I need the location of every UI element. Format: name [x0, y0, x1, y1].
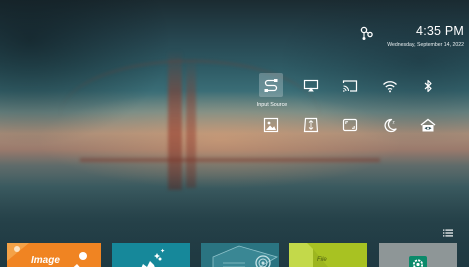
app-tile-projector[interactable] [201, 243, 279, 267]
picture-mode-button[interactable] [259, 113, 283, 137]
input-source-label: Input Source [256, 102, 288, 108]
picture-icon [263, 117, 279, 133]
app-tile-image[interactable]: Image [7, 243, 101, 267]
app-tile-file[interactable]: File [289, 243, 367, 267]
keystone-button[interactable] [299, 113, 323, 137]
eye-protection-icon [420, 118, 436, 132]
bluetooth-button[interactable] [416, 74, 440, 98]
clock-date: Wednesday, September 14, 2022 [387, 42, 464, 48]
sleep-timer-button[interactable]: z [378, 113, 402, 137]
home-screen: 4:35 PM Wednesday, September 14, 2022 In… [0, 0, 469, 267]
screen-mirroring-icon [303, 79, 319, 92]
svg-text:z: z [393, 120, 396, 125]
app-tile-image-label: Image [31, 255, 60, 266]
input-source-button[interactable] [259, 73, 283, 97]
aspect-ratio-icon [342, 118, 358, 132]
clock-time: 4:35 PM [416, 24, 464, 38]
wallpaper-bridge-deck [80, 158, 380, 162]
bluetooth-icon [424, 79, 432, 93]
wallpaper-bridge-tower [186, 58, 196, 188]
eye-protection-button[interactable] [416, 113, 440, 137]
wifi-button[interactable] [378, 74, 402, 98]
app-tile-settings[interactable] [379, 243, 457, 267]
folder-icon [289, 243, 328, 267]
cast-button[interactable] [338, 74, 362, 98]
app-tile-apps[interactable] [112, 243, 190, 267]
wallpaper-bridge-tower [168, 50, 182, 190]
aspect-ratio-button[interactable] [338, 113, 362, 137]
screen-mirroring-button[interactable] [299, 74, 323, 98]
wifi-icon [383, 81, 397, 93]
app-tile-file-label: File [317, 257, 327, 263]
projector-icon [212, 245, 279, 267]
input-source-icon [264, 79, 278, 92]
list-menu-icon[interactable] [443, 224, 453, 237]
keystone-icon [303, 117, 319, 133]
sleep-timer-icon: z [384, 118, 397, 133]
apps-icon [141, 248, 165, 267]
settings-gear-icon [409, 256, 427, 267]
cast-icon [342, 80, 358, 92]
network-settings-icon[interactable] [360, 26, 374, 42]
